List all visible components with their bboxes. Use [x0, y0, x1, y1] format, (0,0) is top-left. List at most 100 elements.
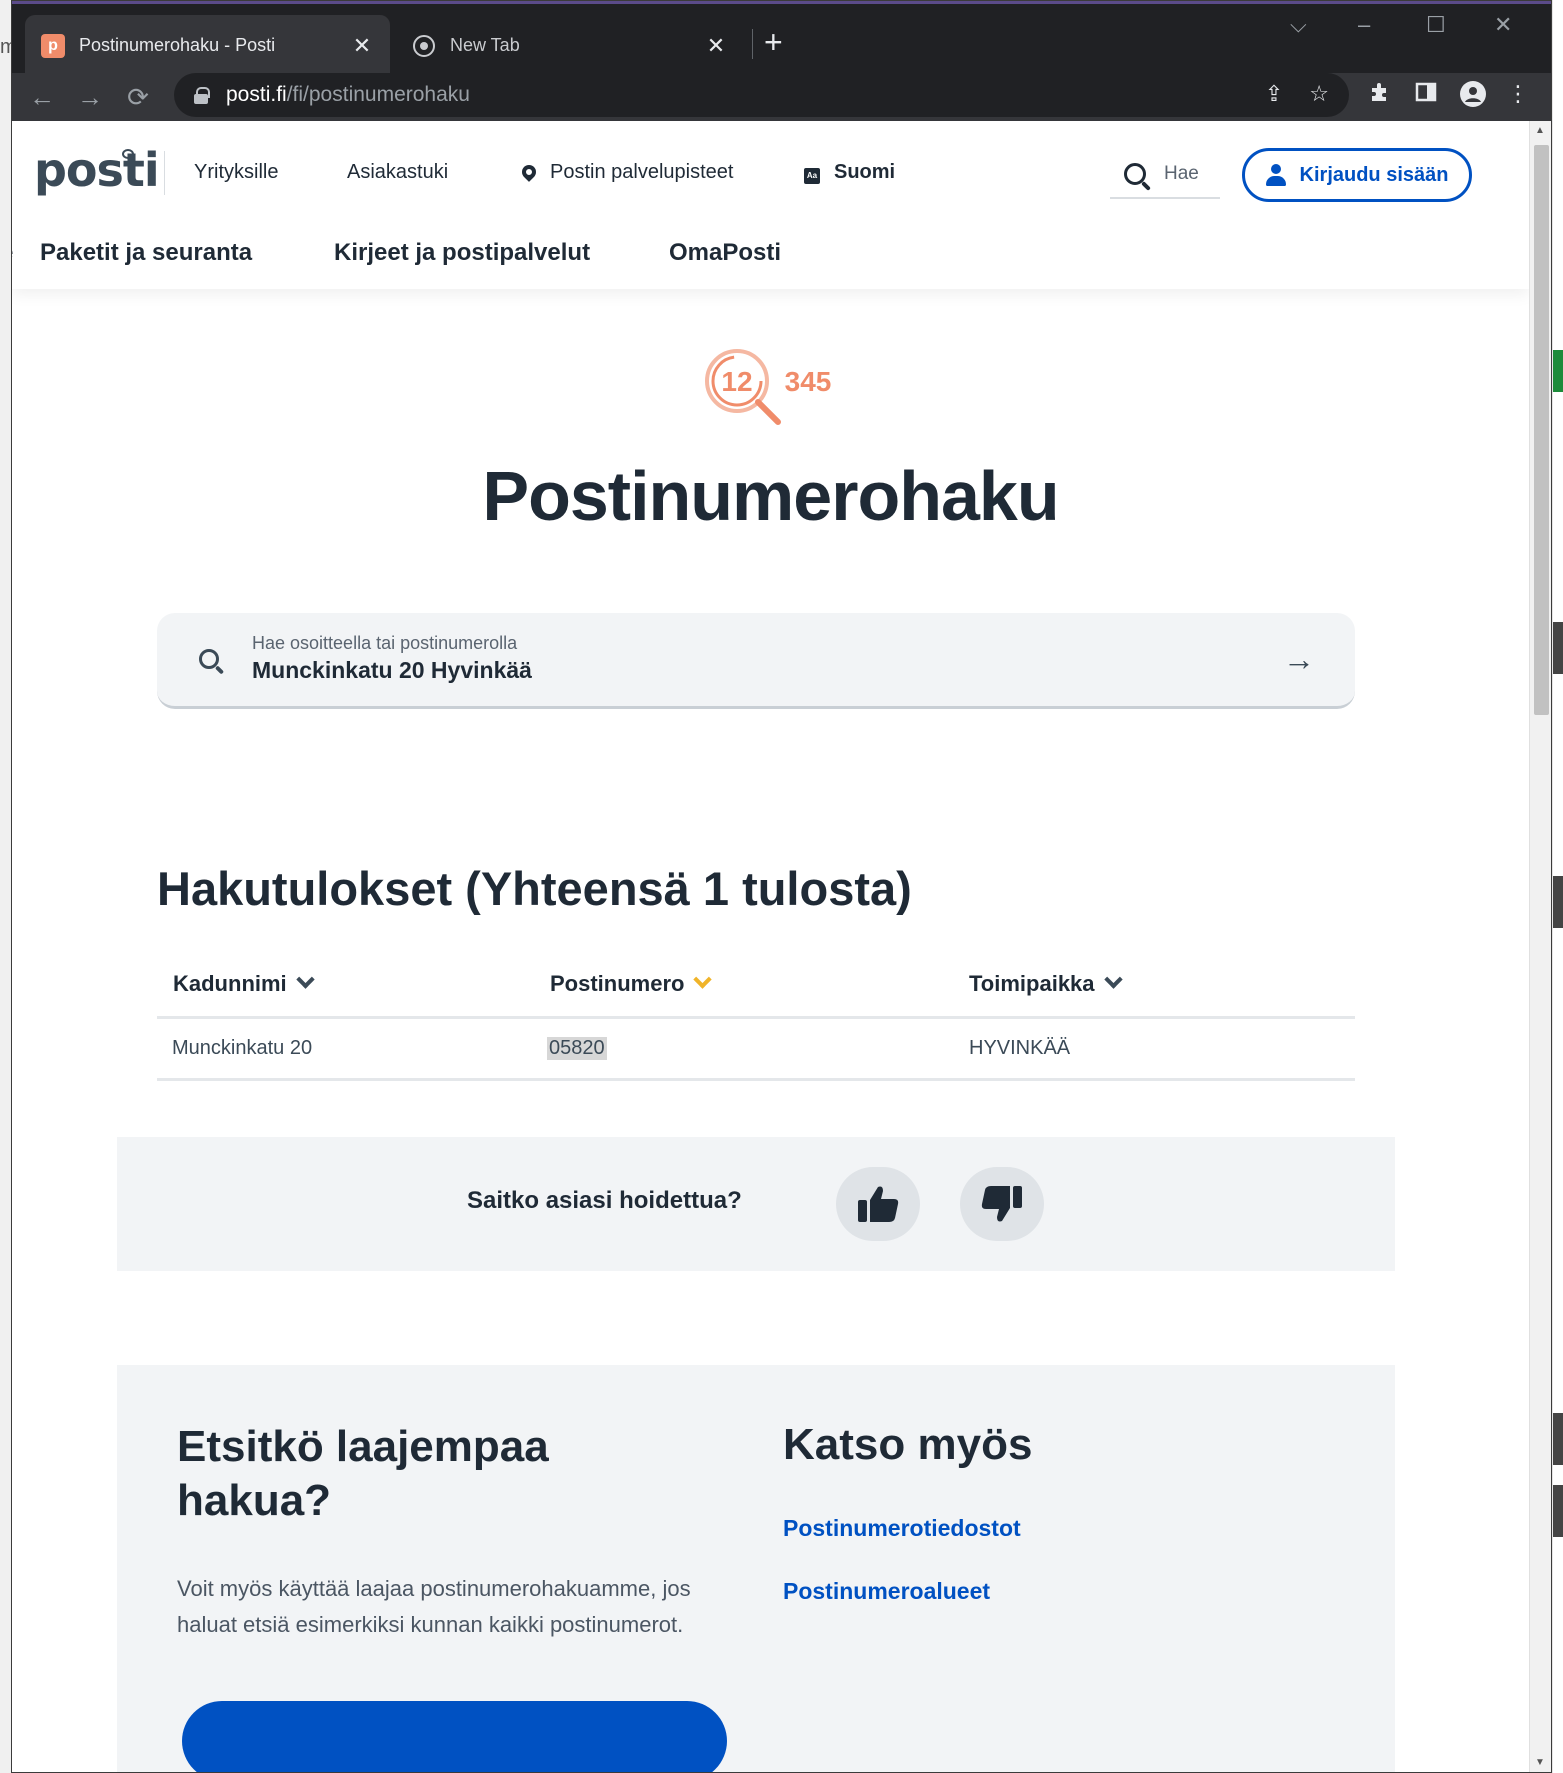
scrollbar-thumb[interactable]	[1534, 145, 1549, 715]
background-window-block	[1553, 876, 1563, 928]
tab-new-tab[interactable]: New Tab ✕	[396, 15, 744, 76]
browser-toolbar: ← → ⟳ posti.fi/fi/postinumerohaku ⇪ ☆ ⋮	[12, 73, 1551, 121]
side-panel-icon[interactable]	[1415, 81, 1437, 109]
close-tab-icon[interactable]: ✕	[704, 33, 728, 59]
extended-search-title: Etsitkö laajempaa hakua?	[177, 1422, 549, 1525]
close-tab-icon[interactable]: ✕	[350, 33, 374, 59]
url-path: /fi/postinumerohaku	[286, 83, 470, 106]
share-icon[interactable]: ⇪	[1265, 81, 1283, 107]
column-header-city: Toimipaikka	[969, 971, 1095, 996]
scroll-up-icon[interactable]: ▲	[1535, 125, 1545, 136]
nav-support[interactable]: Asiakastuki	[347, 161, 448, 184]
postcode-search-illustration-icon: 12 345	[702, 346, 842, 426]
background-window-block	[1553, 1413, 1563, 1465]
tab-search-icon[interactable]: ⌵	[1290, 12, 1307, 38]
posti-favicon-icon: p	[41, 33, 65, 58]
site-header: posti Yrityksille Asiakastuki Postin pal…	[12, 121, 1529, 289]
login-button[interactable]: Kirjaudu sisään	[1242, 148, 1472, 202]
extended-search-button[interactable]	[182, 1701, 727, 1772]
lock-icon[interactable]	[194, 87, 210, 104]
page-title: Postinumerohaku	[482, 457, 1059, 535]
chrome-favicon-icon	[412, 34, 436, 58]
search-input[interactable]: Munckinkatu 20 Hyvinkää	[252, 657, 532, 684]
feedback-no-button[interactable]	[960, 1167, 1044, 1241]
results-heading: Hakutulokset (Yhteensä 1 tulosta)	[157, 862, 912, 915]
language-label: Suomi	[834, 161, 896, 183]
nav-service-points-label: Postin palvelupisteet	[550, 161, 734, 183]
sort-street-button[interactable]: Kadunnimi	[173, 969, 315, 997]
browser-menu-icon[interactable]: ⋮	[1507, 81, 1529, 107]
forward-arrow-icon[interactable]: →	[72, 79, 108, 115]
extensions-puzzle-icon[interactable]	[1369, 81, 1391, 109]
header-divider	[164, 151, 165, 195]
back-arrow-icon[interactable]: ←	[24, 79, 60, 115]
extended-search-section: Etsitkö laajempaa hakua? Voit myös käytt…	[117, 1365, 1395, 1772]
maximize-icon[interactable]: ☐	[1426, 12, 1446, 38]
link-postcode-areas[interactable]: Postinumeroalueet	[783, 1578, 990, 1605]
extended-search-text: Voit myös käyttää laajaa postinumerohaku…	[177, 1576, 691, 1637]
hero-icon-right-text: 345	[785, 366, 832, 397]
tab-separator	[752, 29, 753, 59]
language-selector[interactable]: Aa Suomi	[804, 161, 895, 184]
postcode-search-field[interactable]: Hae osoitteella tai postinumerolla Munck…	[157, 613, 1355, 709]
chevron-down-icon	[1103, 969, 1123, 989]
posti-horn-icon	[122, 149, 134, 159]
header-search[interactable]: Hae	[1110, 151, 1220, 199]
profile-avatar-icon[interactable]	[1460, 81, 1486, 113]
new-tab-button[interactable]: +	[764, 24, 783, 60]
feedback-question: Saitko asiasi hoidettua?	[467, 1187, 742, 1214]
background-window-accent	[1553, 350, 1563, 392]
nav-service-points[interactable]: Postin palvelupisteet	[519, 161, 734, 184]
page-scrollbar[interactable]: ▲ ▼	[1529, 121, 1551, 1772]
link-postcode-files[interactable]: Postinumerotiedostot	[783, 1515, 1021, 1542]
scroll-down-icon[interactable]: ▼	[1535, 1757, 1545, 1768]
background-window-left	[0, 0, 11, 1773]
main-nav-parcels[interactable]: Paketit ja seuranta	[40, 239, 252, 267]
results-table: Kadunnimi Postinumero Toimipaikka Muncki…	[157, 953, 1355, 1081]
table-header-row: Kadunnimi Postinumero Toimipaikka	[157, 953, 1355, 1019]
column-header-postcode: Postinumero	[550, 971, 685, 996]
see-also-title: Katso myös	[783, 1420, 1033, 1469]
background-window-block	[1553, 1485, 1563, 1537]
url-host: posti.fi	[226, 83, 287, 106]
sort-city-button[interactable]: Toimipaikka	[969, 969, 1123, 997]
thumbs-up-icon	[858, 1186, 899, 1222]
bookmark-star-icon[interactable]: ☆	[1309, 81, 1329, 107]
cell-city: HYVINKÄÄ	[969, 1037, 1071, 1059]
background-window-block	[1553, 622, 1563, 674]
feedback-panel: Saitko asiasi hoidettua?	[117, 1137, 1395, 1271]
feedback-yes-button[interactable]	[836, 1167, 920, 1241]
search-icon	[1124, 163, 1146, 185]
search-icon	[199, 649, 219, 669]
thumbs-down-icon	[981, 1186, 1022, 1222]
tab-title: Postinumerohaku - Posti	[79, 35, 276, 55]
column-header-street: Kadunnimi	[173, 971, 287, 996]
hero-icon-left-text: 12	[721, 366, 752, 397]
search-placeholder-label: Hae osoitteella tai postinumerolla	[252, 633, 518, 653]
login-label: Kirjaudu sisään	[1299, 163, 1449, 186]
chevron-down-icon	[693, 969, 713, 989]
tab-strip: p Postinumerohaku - Posti ✕ New Tab ✕ + …	[12, 1, 1551, 76]
address-bar[interactable]: posti.fi/fi/postinumerohaku ⇪ ☆	[174, 73, 1349, 117]
header-search-label: Hae	[1164, 163, 1199, 184]
user-icon	[1265, 164, 1286, 186]
cell-street: Munckinkatu 20	[172, 1037, 313, 1059]
chevron-down-icon	[295, 969, 315, 989]
posti-logo[interactable]: posti	[34, 143, 160, 197]
window-close-icon[interactable]: ✕	[1494, 12, 1512, 38]
page-viewport: posti Yrityksille Asiakastuki Postin pal…	[12, 121, 1529, 1772]
tab-title: New Tab	[450, 35, 520, 55]
language-icon: Aa	[804, 168, 820, 184]
browser-window: p Postinumerohaku - Posti ✕ New Tab ✕ + …	[11, 0, 1552, 1773]
main-nav-omaposti[interactable]: OmaPosti	[669, 239, 781, 267]
search-submit-arrow-icon[interactable]: →	[1283, 641, 1315, 678]
tab-postinumerohaku[interactable]: p Postinumerohaku - Posti ✕	[25, 15, 390, 76]
main-nav-cut-item[interactable]: e	[12, 239, 13, 267]
nav-business[interactable]: Yrityksille	[194, 161, 278, 184]
minimize-icon[interactable]: –	[1358, 12, 1370, 38]
cell-postcode: 05820	[547, 1037, 607, 1060]
main-nav-letters[interactable]: Kirjeet ja postipalvelut	[334, 239, 590, 267]
table-row: Munckinkatu 20 05820 HYVINKÄÄ	[157, 1019, 1355, 1081]
sort-postcode-button[interactable]: Postinumero	[550, 969, 713, 997]
reload-icon[interactable]: ⟳	[120, 79, 156, 115]
